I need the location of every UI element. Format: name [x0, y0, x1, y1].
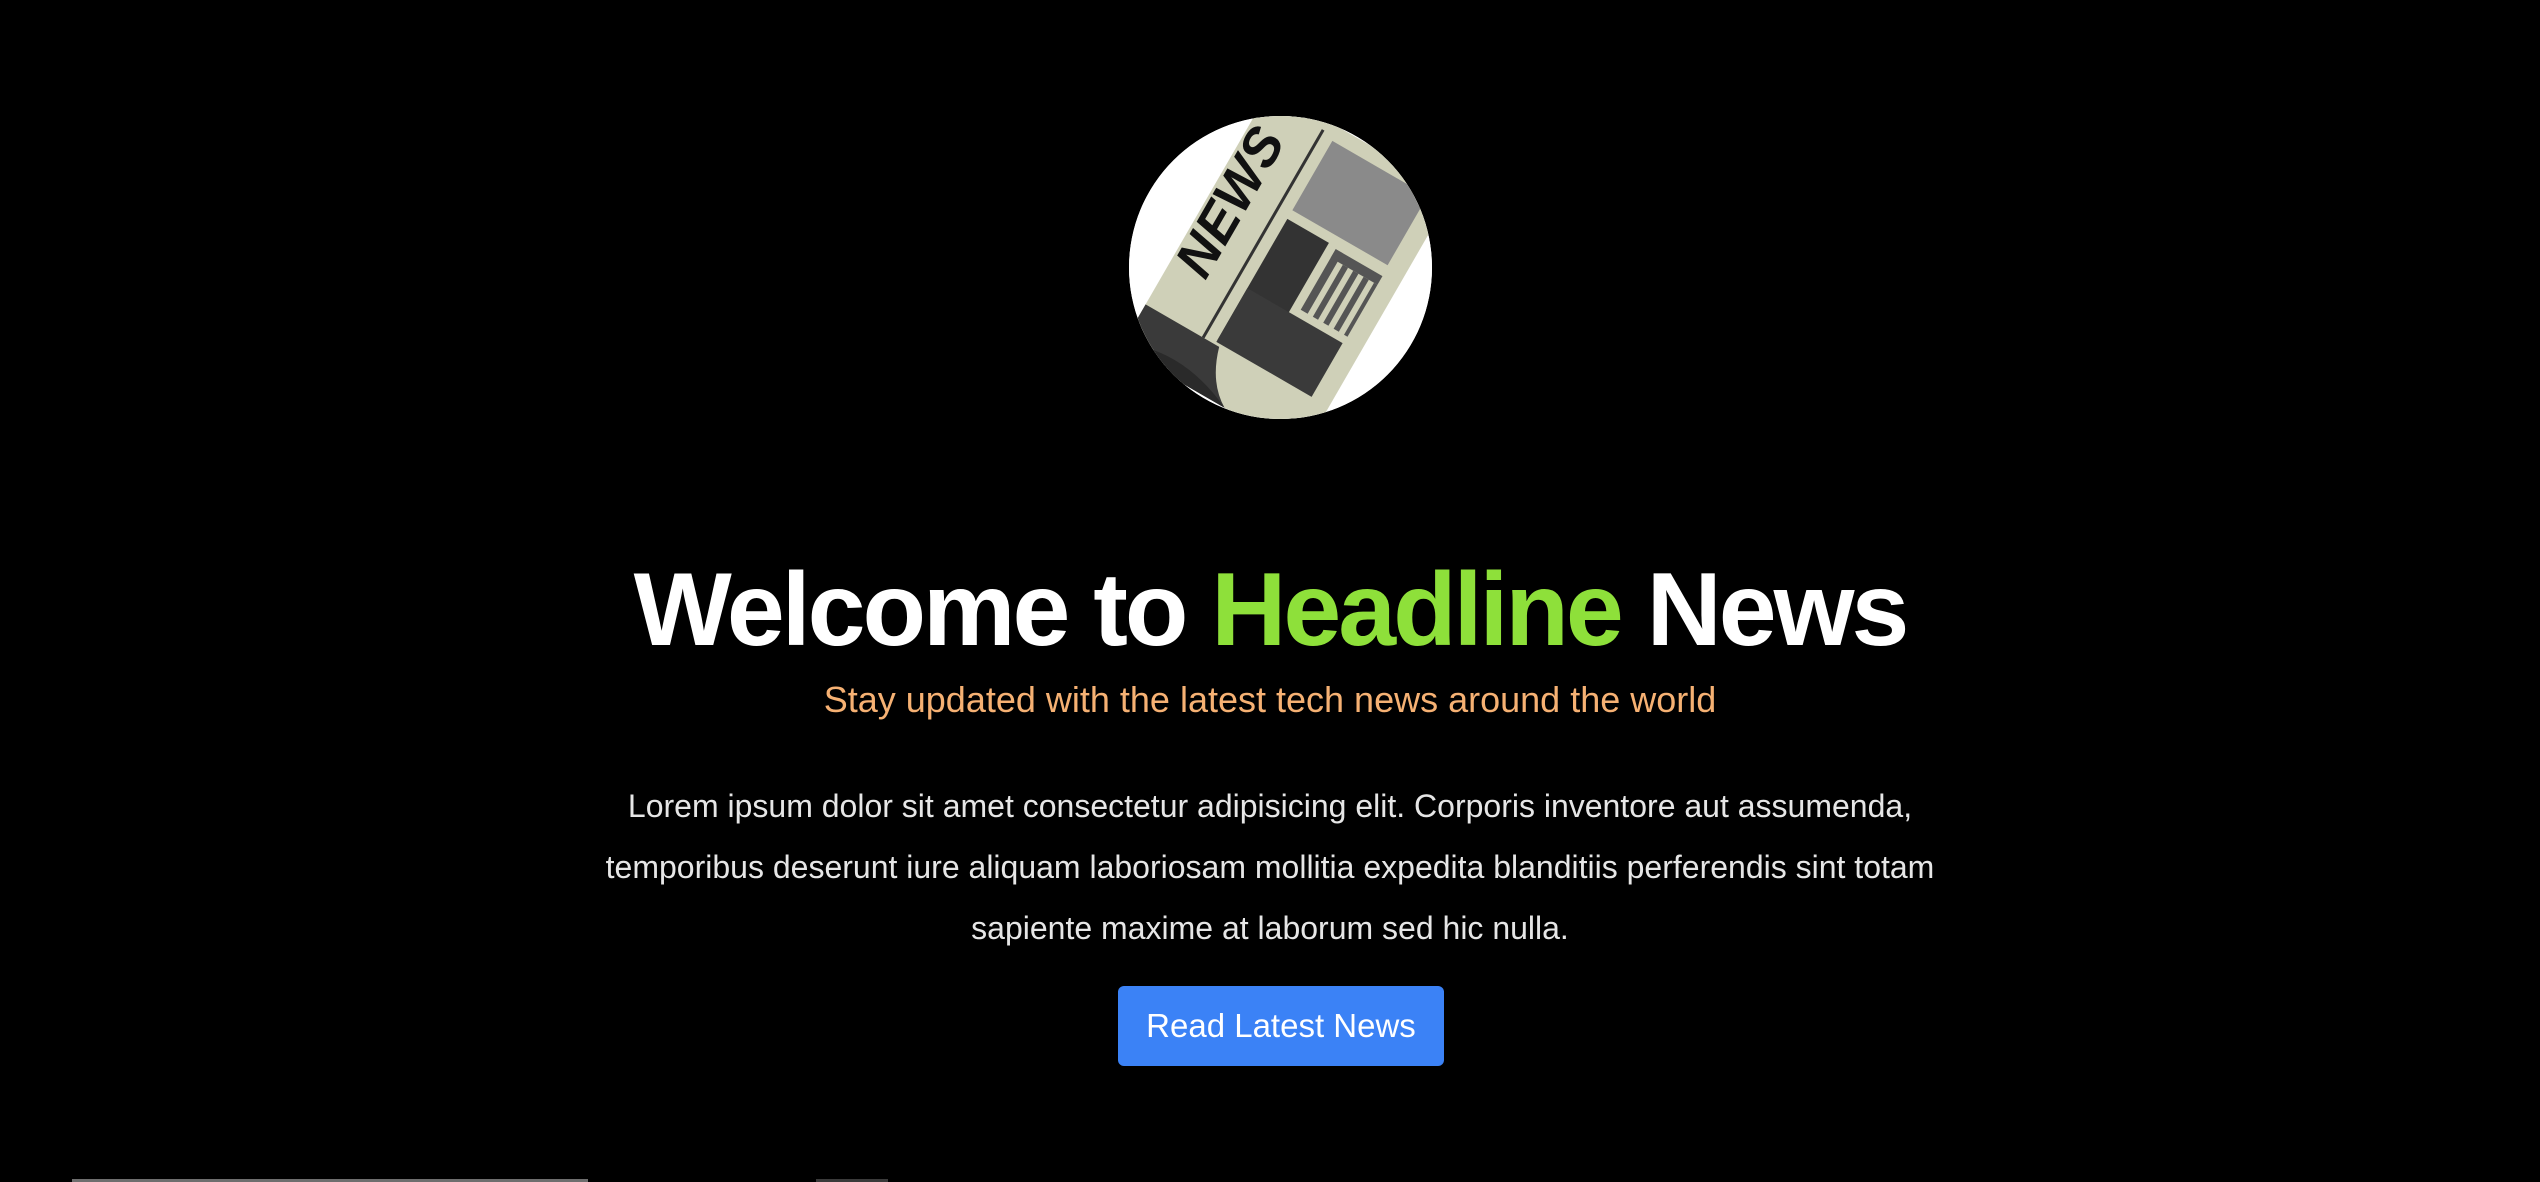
page-subtitle: Stay updated with the latest tech news a…	[823, 679, 1717, 720]
read-latest-news-button[interactable]: Read Latest News	[1118, 986, 1444, 1066]
page-title: Welcome to Headline News	[0, 540, 2540, 680]
newspaper-icon: NEWS	[1129, 116, 1432, 419]
title-suffix: News	[1620, 551, 1910, 668]
title-prefix: Welcome to	[633, 551, 1212, 668]
title-highlight: Headline	[1211, 551, 1623, 668]
newspaper-logo: NEWS	[1129, 116, 1432, 419]
intro-paragraph: Lorem ipsum dolor sit amet consectetur a…	[605, 788, 1935, 946]
landing-page: NEWS Welcome to Headline News Stay updat…	[0, 0, 2540, 1182]
